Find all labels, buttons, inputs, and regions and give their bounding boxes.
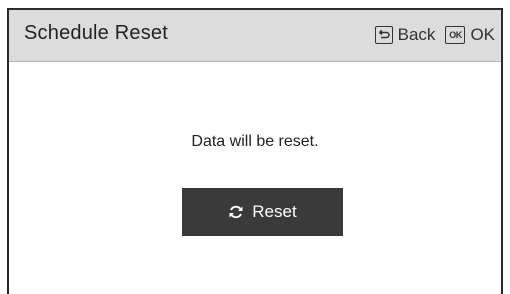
back-arrow-icon: [374, 26, 393, 44]
ok-key-icon: OK: [445, 26, 466, 44]
reset-button[interactable]: Reset: [182, 188, 343, 236]
back-label: Back: [397, 25, 436, 44]
header-bar: Schedule Reset Back OK OK: [9, 10, 501, 62]
back-button[interactable]: Back: [374, 25, 436, 45]
reset-message: Data will be reset.: [191, 133, 319, 150]
reset-button-label: Reset: [252, 202, 297, 221]
ok-button[interactable]: OK OK: [445, 25, 495, 45]
refresh-icon: [228, 204, 244, 220]
header-actions: Back OK OK: [374, 23, 495, 47]
ok-label: OK: [470, 25, 495, 44]
dialog-screen: Schedule Reset Back OK OK Data will be r…: [7, 8, 503, 294]
page-title: Schedule Reset: [24, 22, 169, 44]
